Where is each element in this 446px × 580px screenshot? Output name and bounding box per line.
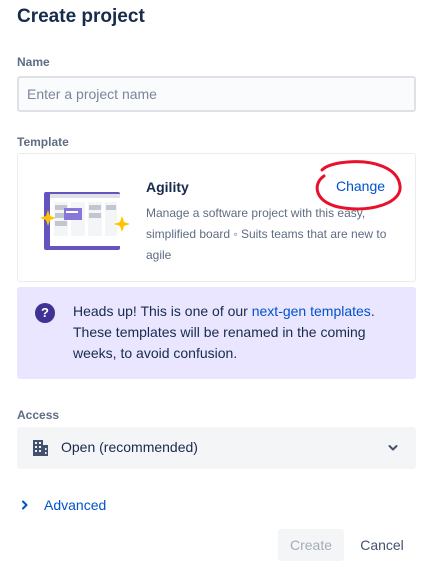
next-gen-notice: ? Heads up! This is one of our next-gen … (17, 287, 416, 379)
template-label: Template (17, 135, 69, 149)
next-gen-templates-link[interactable]: next-gen templates (252, 303, 371, 319)
access-select[interactable]: Open (recommended) (17, 427, 416, 469)
page-title: Create project (17, 6, 145, 27)
change-template-button[interactable]: Change (336, 178, 385, 194)
access-label: Access (17, 408, 60, 422)
create-button[interactable]: Create (278, 529, 344, 561)
access-selected-value: Open (recommended) (61, 439, 198, 455)
name-label: Name (17, 55, 50, 69)
chevron-down-icon (388, 445, 398, 451)
advanced-label: Advanced (44, 497, 107, 513)
question-icon: ? (35, 303, 55, 323)
template-description: Manage a software project with this easy… (146, 206, 387, 262)
building-icon (33, 440, 48, 456)
template-card: Agility Change Manage a software project… (17, 153, 416, 282)
cancel-button[interactable]: Cancel (350, 529, 414, 561)
create-project-page: Create project Name Template Agility Cha… (0, 0, 446, 580)
agility-template-illustration (40, 192, 130, 250)
notice-text-before: Heads up! This is one of our (73, 303, 252, 319)
chevron-right-icon (22, 500, 28, 510)
project-name-input[interactable] (17, 76, 416, 112)
notice-text: Heads up! This is one of our next-gen te… (73, 301, 403, 364)
template-name: Agility (146, 179, 189, 195)
